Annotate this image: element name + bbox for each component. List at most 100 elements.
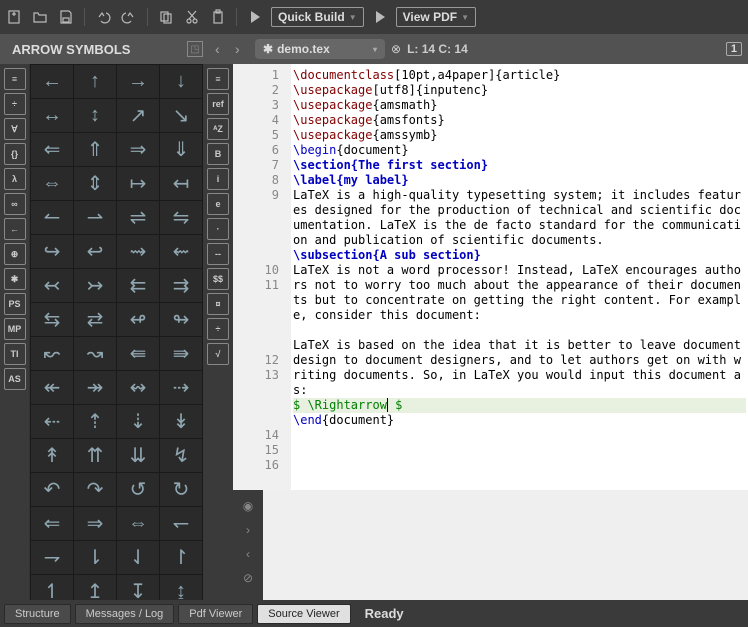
symbol-button[interactable]: ⇊: [117, 439, 159, 472]
symbol-button[interactable]: ↻: [160, 473, 202, 506]
insert-panel-button[interactable]: ÷: [207, 318, 229, 340]
copy-icon[interactable]: [156, 7, 176, 27]
save-file-icon[interactable]: [56, 7, 76, 27]
symbol-button[interactable]: ⇃: [117, 541, 159, 574]
messages-tab[interactable]: Messages / Log: [75, 604, 175, 624]
symbol-button[interactable]: ↗: [117, 99, 159, 132]
symbol-button[interactable]: ⇁: [31, 541, 73, 574]
symbol-button[interactable]: ⇓: [160, 133, 202, 166]
symbol-button[interactable]: ↘: [160, 99, 202, 132]
insert-panel-button[interactable]: ref: [207, 93, 229, 115]
left-panel-button[interactable]: ÷: [4, 93, 26, 115]
symbol-button[interactable]: ↯: [160, 439, 202, 472]
run-icon[interactable]: [245, 7, 265, 27]
symbol-button[interactable]: ⇜: [160, 235, 202, 268]
undo-icon[interactable]: [93, 7, 113, 27]
symbol-button[interactable]: ↦: [117, 167, 159, 200]
symbol-button[interactable]: ⇂: [74, 541, 116, 574]
view-run-icon[interactable]: [370, 7, 390, 27]
symbol-button[interactable]: ↣: [74, 269, 116, 302]
left-panel-button[interactable]: PS: [4, 293, 26, 315]
open-file-icon[interactable]: [30, 7, 50, 27]
symbol-button[interactable]: ⇄: [74, 303, 116, 336]
symbol-button[interactable]: ⇡: [74, 405, 116, 438]
insert-panel-button[interactable]: ·: [207, 218, 229, 240]
symbol-button[interactable]: ⇆: [31, 303, 73, 336]
left-panel-button[interactable]: ←: [4, 218, 26, 240]
symbol-button[interactable]: ⇐: [31, 133, 73, 166]
symbol-button[interactable]: ↑: [74, 65, 116, 98]
close-doc-icon[interactable]: ⊗: [391, 42, 401, 56]
editor[interactable]: 123456789 1011 1213 141516 \documentclas…: [233, 64, 748, 490]
symbol-button[interactable]: ↽: [160, 507, 202, 540]
symbol-button[interactable]: ↟: [31, 439, 73, 472]
left-panel-button[interactable]: ∀: [4, 118, 26, 140]
insert-panel-button[interactable]: ≡: [207, 68, 229, 90]
symbol-button[interactable]: ↭: [117, 371, 159, 404]
symbol-button[interactable]: ↨: [160, 575, 202, 600]
quick-build-combo[interactable]: Quick Build▼: [271, 7, 364, 27]
code-area[interactable]: \documentclass[10pt,a4paper]{article} \u…: [291, 64, 748, 490]
page-badge[interactable]: 1: [726, 42, 742, 56]
symbol-button[interactable]: ↧: [117, 575, 159, 600]
popout-icon[interactable]: ◳: [187, 41, 203, 57]
new-file-icon[interactable]: [4, 7, 24, 27]
symbol-button[interactable]: ↾: [160, 541, 202, 574]
symbol-button[interactable]: ⇈: [74, 439, 116, 472]
left-panel-button[interactable]: AS: [4, 368, 26, 390]
left-panel-button[interactable]: ≡: [4, 68, 26, 90]
insert-panel-button[interactable]: $$: [207, 268, 229, 290]
symbol-button[interactable]: ⇔: [117, 507, 159, 540]
symbol-button[interactable]: ←: [31, 65, 73, 98]
prev-doc-icon[interactable]: ‹: [215, 41, 229, 57]
left-panel-button[interactable]: {}: [4, 143, 26, 165]
symbol-button[interactable]: ↺: [117, 473, 159, 506]
symbol-button[interactable]: ↶: [31, 473, 73, 506]
view-pdf-combo[interactable]: View PDF▼: [396, 7, 476, 27]
left-panel-button[interactable]: ✱: [4, 268, 26, 290]
symbol-button[interactable]: ⇚: [117, 337, 159, 370]
symbol-button[interactable]: ↓: [160, 65, 202, 98]
left-panel-button[interactable]: ⊕: [4, 243, 26, 265]
next-issue-icon[interactable]: ›: [240, 522, 256, 538]
source-viewer-tab[interactable]: Source Viewer: [257, 604, 350, 624]
next-doc-icon[interactable]: ›: [235, 41, 249, 57]
symbol-button[interactable]: ⇣: [117, 405, 159, 438]
left-panel-button[interactable]: ∞: [4, 193, 26, 215]
symbol-button[interactable]: ⇒: [74, 507, 116, 540]
symbol-button[interactable]: ↝: [74, 337, 116, 370]
symbol-button[interactable]: ⇔: [31, 167, 73, 200]
symbol-button[interactable]: ↿: [31, 575, 73, 600]
symbol-button[interactable]: ⇢: [160, 371, 202, 404]
insert-panel-button[interactable]: --: [207, 243, 229, 265]
symbol-button[interactable]: ⇇: [117, 269, 159, 302]
symbol-button[interactable]: →: [117, 65, 159, 98]
prev-issue-icon[interactable]: ‹: [240, 546, 256, 562]
stop-icon[interactable]: ⊘: [240, 570, 256, 586]
insert-panel-button[interactable]: √: [207, 343, 229, 365]
symbol-button[interactable]: ↠: [74, 371, 116, 404]
insert-panel-button[interactable]: ¤: [207, 293, 229, 315]
symbol-button[interactable]: ⇠: [31, 405, 73, 438]
symbol-button[interactable]: ↤: [160, 167, 202, 200]
symbol-button[interactable]: ↜: [31, 337, 73, 370]
symbol-button[interactable]: ↫: [117, 303, 159, 336]
symbol-button[interactable]: ↥: [74, 575, 116, 600]
left-panel-button[interactable]: MP: [4, 318, 26, 340]
eye-icon[interactable]: ◉: [240, 498, 256, 514]
insert-panel-button[interactable]: ᴬZ: [207, 118, 229, 140]
symbol-button[interactable]: ↡: [160, 405, 202, 438]
left-panel-button[interactable]: TI: [4, 343, 26, 365]
insert-panel-button[interactable]: e: [207, 193, 229, 215]
redo-icon[interactable]: [119, 7, 139, 27]
symbol-button[interactable]: ⇉: [160, 269, 202, 302]
symbol-button[interactable]: ↪: [31, 235, 73, 268]
symbol-button[interactable]: ↔: [31, 99, 73, 132]
symbol-button[interactable]: ↕: [74, 99, 116, 132]
symbol-button[interactable]: ↢: [31, 269, 73, 302]
symbol-button[interactable]: ↩: [74, 235, 116, 268]
structure-tab[interactable]: Structure: [4, 604, 71, 624]
symbol-button[interactable]: ⇋: [160, 201, 202, 234]
symbol-button[interactable]: ⇕: [74, 167, 116, 200]
symbol-button[interactable]: ⇛: [160, 337, 202, 370]
